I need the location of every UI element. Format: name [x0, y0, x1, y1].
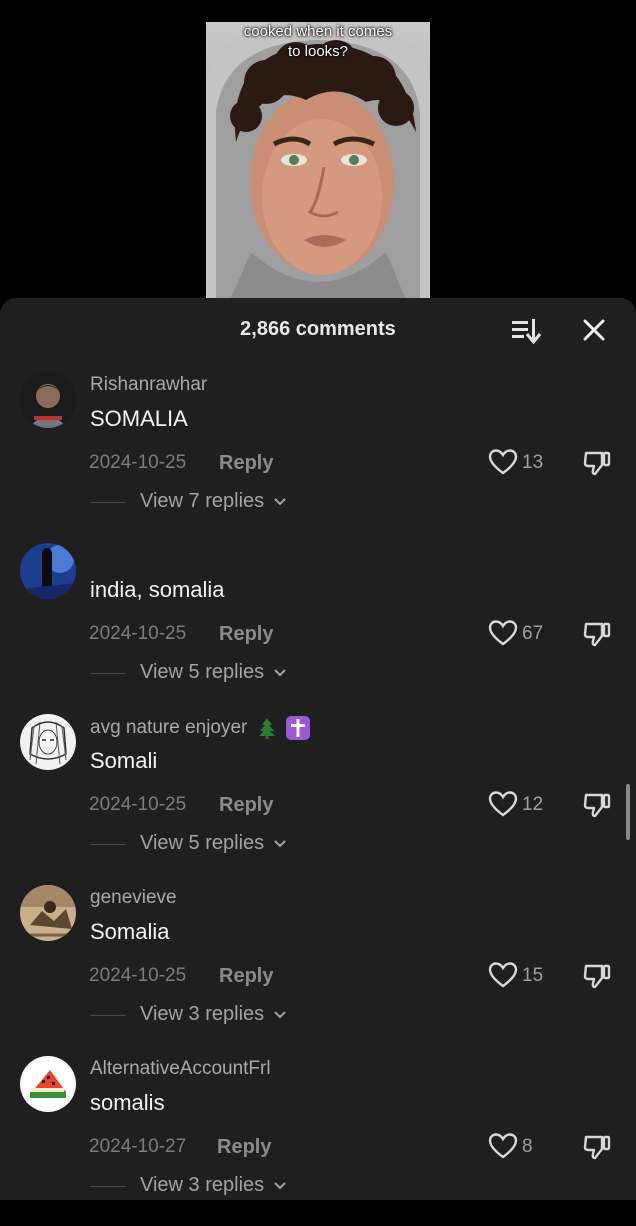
- video-caption: cooked when it comes to looks?: [206, 22, 430, 62]
- video-caption-line2: to looks?: [287, 43, 349, 60]
- view-replies-text: View 5 replies: [140, 832, 265, 854]
- view-replies-label: View 5 replies: [140, 661, 286, 684]
- comment-text: india, somalia: [90, 577, 225, 602]
- replies-divider: [90, 844, 126, 845]
- comment-date: 2024-10-25: [89, 623, 187, 644]
- heart-icon: [488, 791, 518, 817]
- chevron-down-icon: [273, 498, 286, 506]
- view-replies-label: View 5 replies: [140, 832, 286, 855]
- chevron-down-icon: [273, 1182, 286, 1190]
- view-replies-label: View 3 replies: [140, 1003, 286, 1026]
- close-icon[interactable]: [580, 316, 608, 344]
- sort-icon[interactable]: [510, 316, 542, 345]
- comment-username[interactable]: AlternativeAccountFrl: [90, 1058, 271, 1080]
- video-thumbnail[interactable]: cooked when it comes to looks?: [206, 22, 430, 300]
- dislike-icon[interactable]: [582, 448, 612, 478]
- avatar[interactable]: [20, 1056, 76, 1112]
- reply-button[interactable]: Reply: [217, 1136, 271, 1159]
- view-replies-label: View 7 replies: [140, 490, 286, 513]
- comment-username[interactable]: genevieve: [90, 887, 177, 909]
- comment-text: Somali: [90, 748, 158, 773]
- dislike-icon[interactable]: [582, 619, 612, 649]
- reply-button[interactable]: Reply: [219, 794, 273, 817]
- comment-date: 2024-10-25: [89, 452, 187, 473]
- replies-divider: [90, 1015, 126, 1016]
- comment-item: india, somalia 2024-10-25 Reply 67 View …: [0, 543, 636, 713]
- comment-username[interactable]: Rishanrawhar: [90, 374, 207, 396]
- chevron-down-icon: [273, 840, 286, 848]
- evergreen-tree-emoji: [258, 718, 275, 739]
- comments-sheet: 2,866 comments Rishanrawhar SOMALIA 2024…: [0, 298, 636, 1200]
- comment-username[interactable]: avg nature enjoyer: [90, 716, 310, 740]
- username-text: avg nature enjoyer: [90, 717, 248, 739]
- heart-icon: [488, 1133, 518, 1159]
- dislike-icon[interactable]: [582, 1132, 612, 1162]
- heart-icon: [488, 449, 518, 475]
- like-count: 8: [522, 1136, 533, 1157]
- chevron-down-icon: [273, 1011, 286, 1019]
- view-replies-text: View 3 replies: [140, 1003, 265, 1025]
- comment-item: genevieve Somalia 2024-10-25 Reply 15 Vi…: [0, 885, 636, 1055]
- avatar[interactable]: [20, 714, 76, 770]
- replies-divider: [90, 673, 126, 674]
- comment-date: 2024-10-27: [89, 1136, 187, 1157]
- view-replies-text: View 7 replies: [140, 490, 265, 512]
- dislike-icon[interactable]: [582, 790, 612, 820]
- comment-item: AlternativeAccountFrl somalis 2024-10-27…: [0, 1056, 636, 1226]
- avatar[interactable]: [20, 372, 76, 428]
- avatar[interactable]: [20, 543, 76, 599]
- replies-divider: [90, 1186, 126, 1187]
- latin-cross-emoji: [285, 716, 310, 740]
- comment-text: SOMALIA: [90, 406, 188, 431]
- dislike-icon[interactable]: [582, 961, 612, 991]
- chevron-down-icon: [273, 669, 286, 677]
- view-replies-text: View 3 replies: [140, 1174, 265, 1196]
- comment-text: somalis: [90, 1090, 165, 1115]
- comment-item: avg nature enjoyer Somali 2024-10-25 Rep…: [0, 714, 636, 884]
- replies-divider: [90, 502, 126, 503]
- video-area: cooked when it comes to looks?: [0, 0, 636, 300]
- comment-item: Rishanrawhar SOMALIA 2024-10-25 Reply 13…: [0, 372, 636, 542]
- scrollbar[interactable]: [626, 784, 630, 840]
- reply-button[interactable]: Reply: [219, 452, 273, 475]
- comment-date: 2024-10-25: [89, 965, 187, 986]
- like-count: 67: [522, 623, 544, 644]
- heart-icon: [488, 620, 518, 646]
- view-replies-text: View 5 replies: [140, 661, 265, 683]
- reply-button[interactable]: Reply: [219, 623, 273, 646]
- video-caption-line1: cooked when it comes: [243, 23, 393, 40]
- video-frame-image: [206, 22, 430, 300]
- comment-text: Somalia: [90, 919, 170, 944]
- reply-button[interactable]: Reply: [219, 965, 273, 988]
- like-count: 13: [522, 452, 544, 473]
- heart-icon: [488, 962, 518, 988]
- comment-date: 2024-10-25: [89, 794, 187, 815]
- like-count: 15: [522, 965, 544, 986]
- avatar[interactable]: [20, 885, 76, 941]
- like-count: 12: [522, 794, 544, 815]
- view-replies-label: View 3 replies: [140, 1174, 286, 1197]
